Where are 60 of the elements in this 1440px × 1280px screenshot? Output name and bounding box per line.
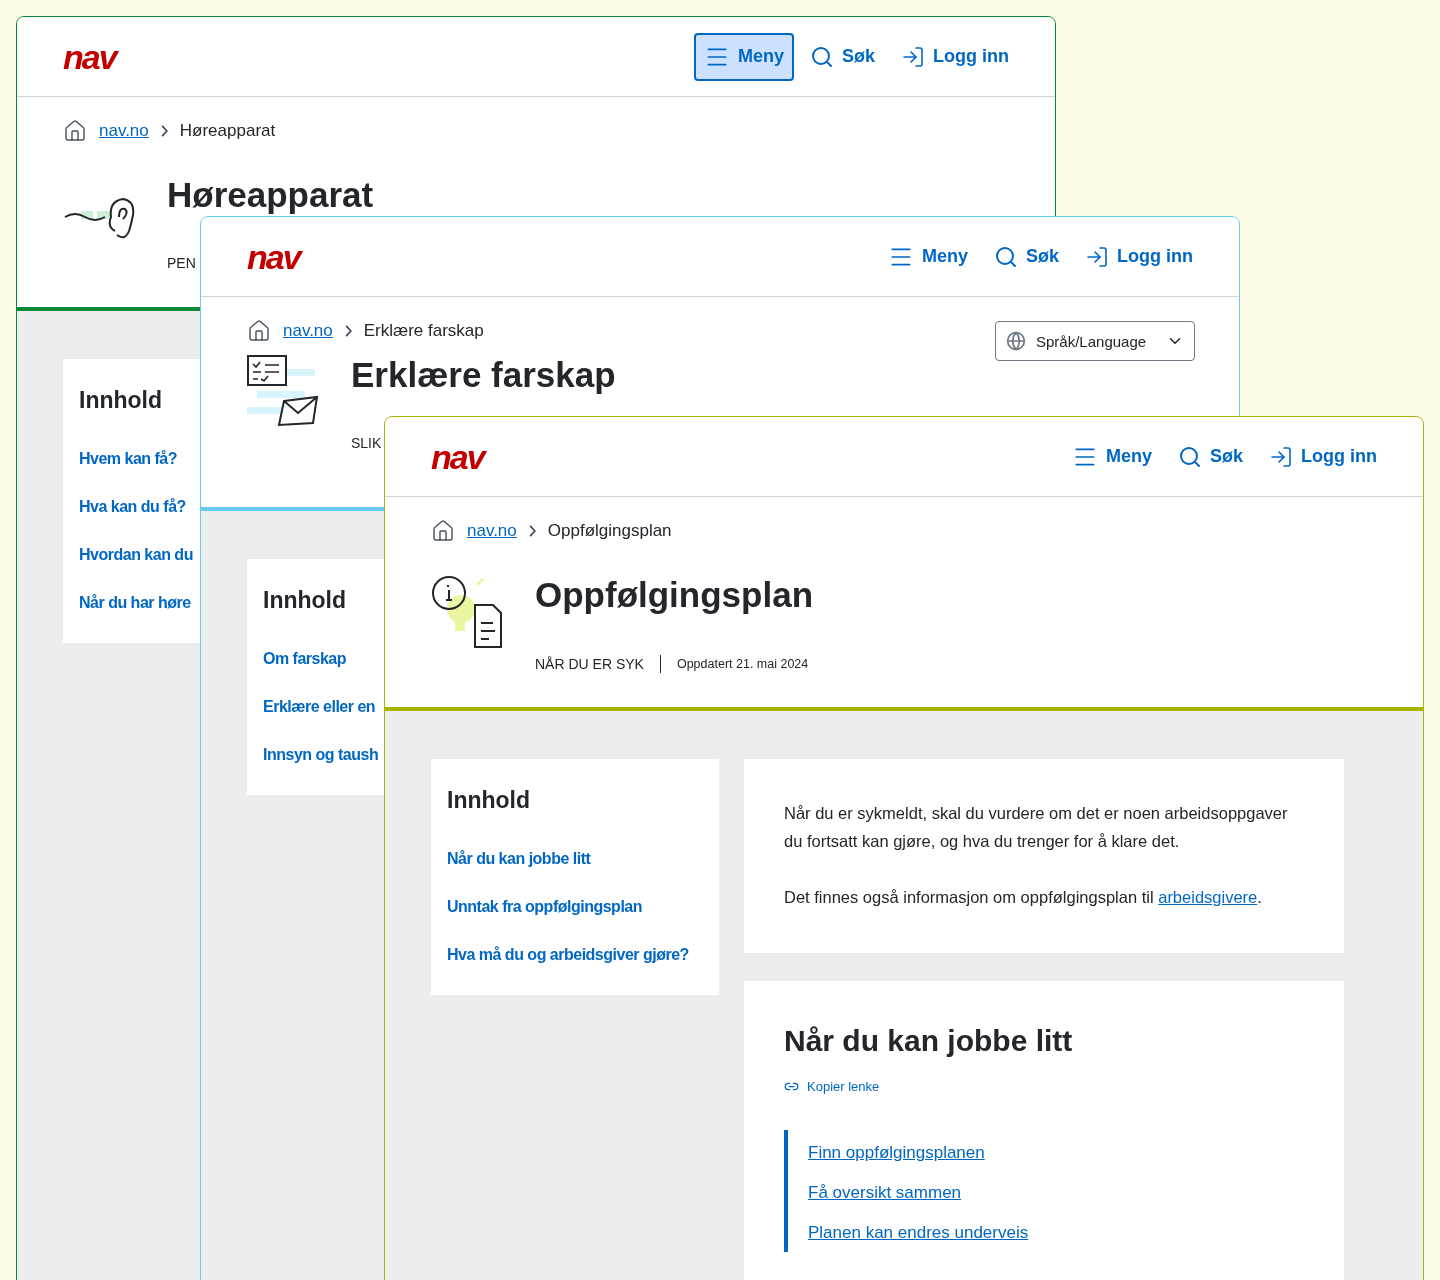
menu-button[interactable]: Meny — [1062, 432, 1162, 481]
chevron-icon — [344, 325, 352, 337]
logo[interactable]: nav — [247, 239, 300, 274]
login-button[interactable]: Logg inn — [1259, 432, 1387, 481]
toc-heading: Innhold — [447, 786, 532, 815]
info-paragraph: Det finnes også informasjon om oppfølgingsplan til arbeidsgivere. — [784, 887, 1263, 908]
logo[interactable]: nav — [63, 39, 116, 74]
toc-link[interactable]: Om farskap — [263, 647, 347, 671]
home-icon — [247, 319, 271, 343]
login-icon — [1085, 244, 1109, 269]
intro-paragraph: Når du er sykmeldt, skal du vurdere om det er noen arbeidsoppgaver du fortsatt kan gjøre, og hva du trenger for å klare det. — [784, 803, 1289, 852]
search-button[interactable]: Søk — [984, 232, 1069, 281]
breadcrumb-current: Erklære farskap — [363, 321, 484, 341]
login-button[interactable]: Logg inn — [891, 32, 1019, 81]
chevron-icon — [160, 125, 168, 137]
chevron-icon — [528, 525, 536, 537]
login-icon — [1269, 444, 1293, 469]
breadcrumb-link[interactable]: nav.no — [467, 521, 517, 541]
toc-heading: Innhold — [263, 586, 348, 615]
menu-button[interactable]: Meny — [878, 232, 978, 281]
login-icon — [901, 44, 925, 69]
toc-link[interactable]: Hva må du og arbeidsgiver gjøre? — [447, 943, 689, 967]
copy-link[interactable]: Kopier lenke — [784, 1079, 880, 1094]
toc-link[interactable]: Innsyn og taush — [263, 743, 379, 767]
page-category: PEN — [167, 255, 196, 271]
toc-link[interactable]: Når du kan jobbe litt — [447, 847, 591, 871]
page-category: NÅR DU ER SYK — [535, 656, 644, 672]
toc-link[interactable]: Når du har høre — [79, 591, 191, 615]
toc-link[interactable]: Hvem kan få? — [79, 447, 178, 471]
page-title: Erklære farskap — [351, 355, 616, 395]
toc-heading: Innhold — [79, 386, 164, 415]
logo[interactable]: nav — [431, 439, 484, 474]
section-link[interactable]: Finn oppfølgingsplanen — [808, 1140, 985, 1166]
globe-icon — [1006, 331, 1026, 351]
page-category: SLIK — [351, 435, 382, 451]
search-icon — [994, 244, 1018, 269]
inline-link[interactable]: arbeidsgivere — [1158, 888, 1258, 906]
language-select[interactable]: Språk/Language — [995, 321, 1195, 361]
search-icon — [1178, 444, 1202, 469]
toc-link[interactable]: Hva kan du få? — [79, 495, 186, 519]
login-button[interactable]: Logg inn — [1075, 232, 1203, 281]
section-link[interactable]: Planen kan endres underveis — [808, 1220, 1029, 1246]
section-heading: Når du kan jobbe litt — [784, 1023, 1074, 1059]
home-icon — [431, 519, 455, 543]
toc-link[interactable]: Hvordan kan du — [79, 543, 193, 567]
toc-link[interactable]: Erklære eller en — [263, 695, 376, 719]
updated-date: Oppdatert 21. mai 2024 — [676, 657, 809, 671]
toc-link[interactable]: Unntak fra oppfølgingsplan — [447, 895, 642, 919]
breadcrumb-link[interactable]: nav.no — [99, 121, 149, 141]
breadcrumb-current: Oppfølgingsplan — [547, 521, 672, 541]
menu-button[interactable]: Meny — [694, 32, 794, 81]
search-button[interactable]: Søk — [1168, 432, 1253, 481]
home-icon — [63, 119, 87, 143]
page-title: Oppfølgingsplan — [535, 575, 814, 615]
page-title: Høreapparat — [167, 175, 374, 215]
breadcrumb-link[interactable]: nav.no — [283, 321, 333, 341]
search-icon — [810, 44, 834, 69]
breadcrumb-current: Høreapparat — [179, 121, 276, 141]
search-button[interactable]: Søk — [800, 32, 885, 81]
section-link[interactable]: Få oversikt sammen — [808, 1180, 962, 1206]
